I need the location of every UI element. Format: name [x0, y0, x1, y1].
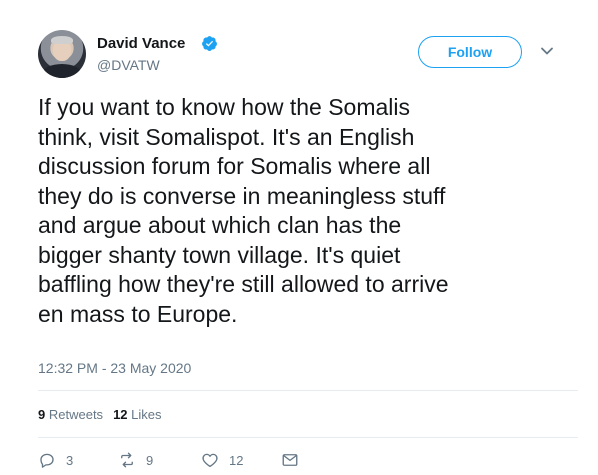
message-icon — [282, 454, 298, 466]
message-button[interactable] — [281, 451, 299, 469]
likes-label: Likes — [131, 407, 162, 422]
likes-count: 12 — [113, 407, 128, 422]
verified-badge-icon — [202, 36, 217, 51]
avatar[interactable] — [38, 30, 86, 78]
reply-button[interactable]: 3 — [38, 451, 73, 469]
tweet-timestamp[interactable]: 12:32 PM - 23 May 2020 — [38, 360, 191, 376]
reply-count: 3 — [66, 452, 74, 468]
retweet-button[interactable]: 9 — [118, 451, 153, 469]
divider — [38, 390, 578, 391]
engagement-stats: 9 Retweets 12 Likes — [38, 407, 162, 422]
likes-stat[interactable]: 12 Likes — [113, 407, 161, 422]
like-button[interactable]: 12 — [201, 451, 243, 469]
reply-icon — [40, 453, 54, 468]
retweet-icon — [121, 452, 133, 468]
retweets-stat[interactable]: 9 Retweets — [38, 407, 103, 422]
follow-button[interactable]: Follow — [418, 36, 522, 68]
tweet-card: David Vance @DVATW Follow If you want to… — [0, 0, 598, 475]
author-handle[interactable]: @DVATW — [97, 57, 160, 73]
retweets-label: Retweets — [48, 407, 104, 422]
retweet-count: 9 — [146, 452, 154, 468]
divider — [38, 437, 578, 438]
author-name[interactable]: David Vance — [97, 35, 185, 52]
tweet-text: If you want to know how the Somalis thin… — [38, 94, 449, 327]
retweets-count: 9 — [38, 407, 46, 422]
like-count: 12 — [229, 452, 244, 468]
like-icon — [202, 453, 218, 468]
chevron-down-icon[interactable] — [540, 44, 554, 58]
